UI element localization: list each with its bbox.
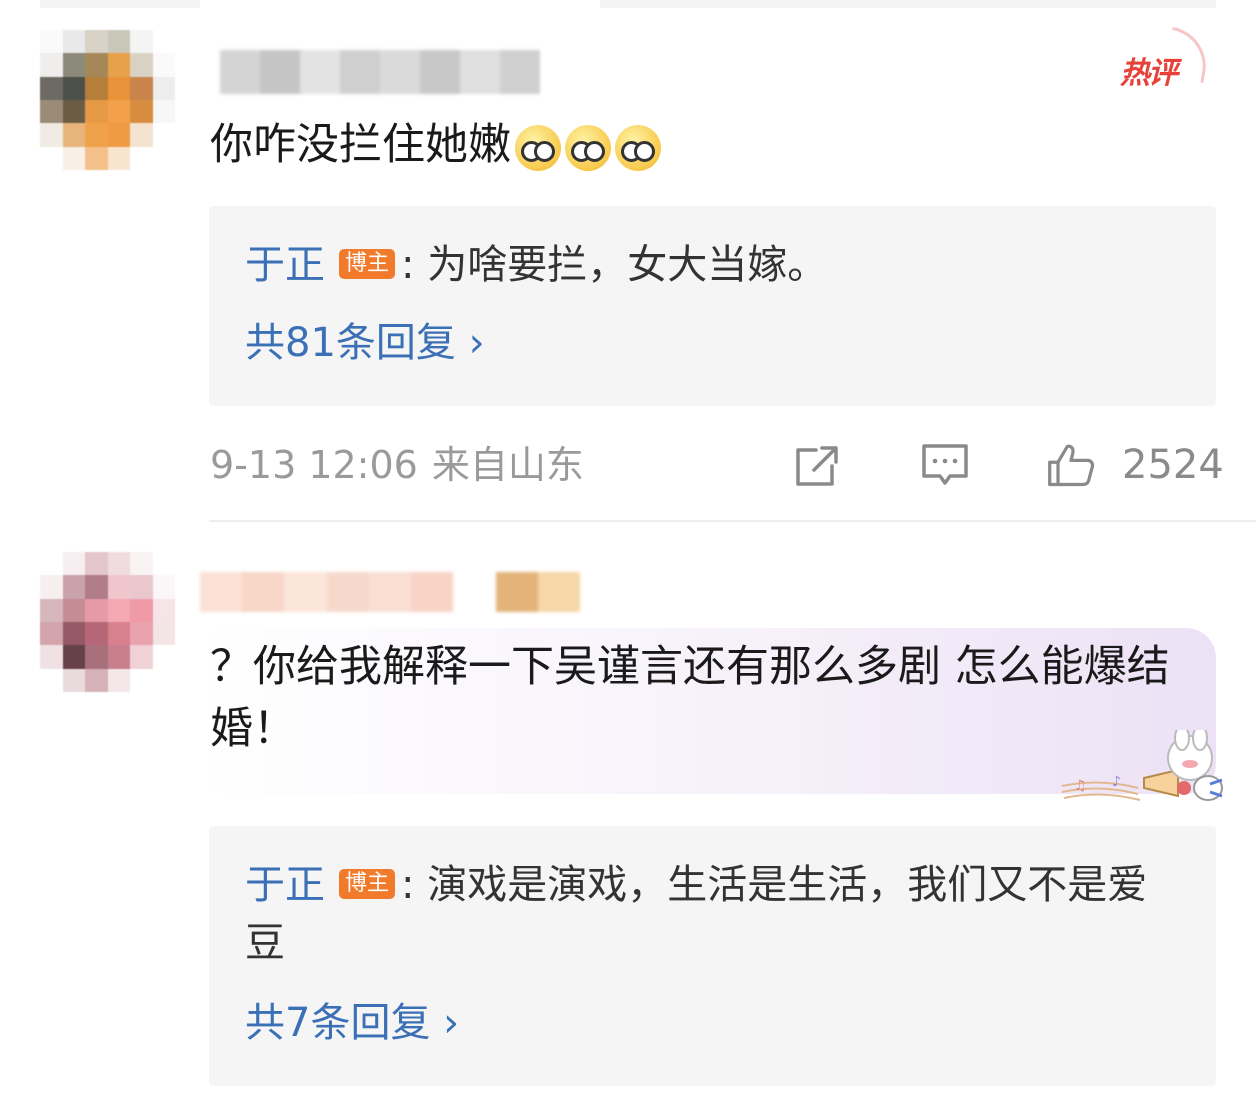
emoji-group: [515, 124, 661, 171]
divider: [209, 520, 1256, 522]
svg-text:♫: ♫: [1074, 778, 1087, 794]
comment-location: 来自山东: [431, 443, 584, 487]
reply-text: : 为啥要拦，女大当嫁。: [401, 242, 828, 288]
reply-line: 于正 博主: 演戏是演戏，生活是生活，我们又不是爱豆: [245, 856, 1165, 972]
like-count: 2524: [1122, 442, 1224, 488]
weibo-comments-page: 热评 你咋没拦住她嫩 于正 博主: 为啥要拦，女大当嫁。 共81条回复 › 9-1…: [0, 0, 1256, 1118]
svg-text:♪: ♪: [1112, 774, 1121, 790]
comment-text: ？你给我解释一下吴谨言还有那么多剧 怎么能爆结婚！: [210, 642, 1170, 754]
thumbs-up-icon[interactable]: [1046, 440, 1096, 490]
facepalm-icon: [515, 124, 561, 171]
avatar[interactable]: [40, 30, 175, 170]
bunny-trumpet-sticker-icon: ♫ ♪: [1061, 730, 1223, 801]
comment-meta: 9-13 12:06 来自山东: [210, 440, 584, 490]
avatar[interactable]: [40, 552, 175, 692]
facepalm-icon: [565, 124, 611, 171]
reply-preview-box[interactable]: 于正 博主: 为啥要拦，女大当嫁。 共81条回复 ›: [209, 206, 1216, 406]
hot-comment-badge: 热评: [1120, 56, 1178, 91]
view-replies-link[interactable]: 共81条回复 ›: [245, 318, 485, 368]
share-icon[interactable]: [792, 440, 842, 490]
username-blurred[interactable]: [200, 572, 580, 612]
reply-line: 于正 博主: 为啥要拦，女大当嫁。: [245, 236, 827, 294]
reply-author[interactable]: 于正: [245, 242, 325, 288]
comment-text-content: 你咋没拦住她嫩: [210, 120, 511, 170]
facepalm-icon: [615, 124, 661, 171]
reply-author[interactable]: 于正: [245, 862, 325, 908]
reply-preview-box[interactable]: 于正 博主: 演戏是演戏，生活是生活，我们又不是爱豆 共7条回复 ›: [209, 826, 1216, 1086]
comment-icon[interactable]: [920, 440, 970, 490]
view-replies-link[interactable]: 共7条回复 ›: [245, 998, 459, 1048]
blogger-badge: 博主: [339, 249, 396, 279]
comment-time: 9-13 12:06: [210, 443, 418, 487]
comment-text: 你咋没拦住她嫩: [210, 114, 661, 176]
previous-comment-edge: [40, 0, 1216, 8]
blogger-badge: 博主: [339, 869, 396, 899]
username-blurred[interactable]: [220, 50, 540, 94]
